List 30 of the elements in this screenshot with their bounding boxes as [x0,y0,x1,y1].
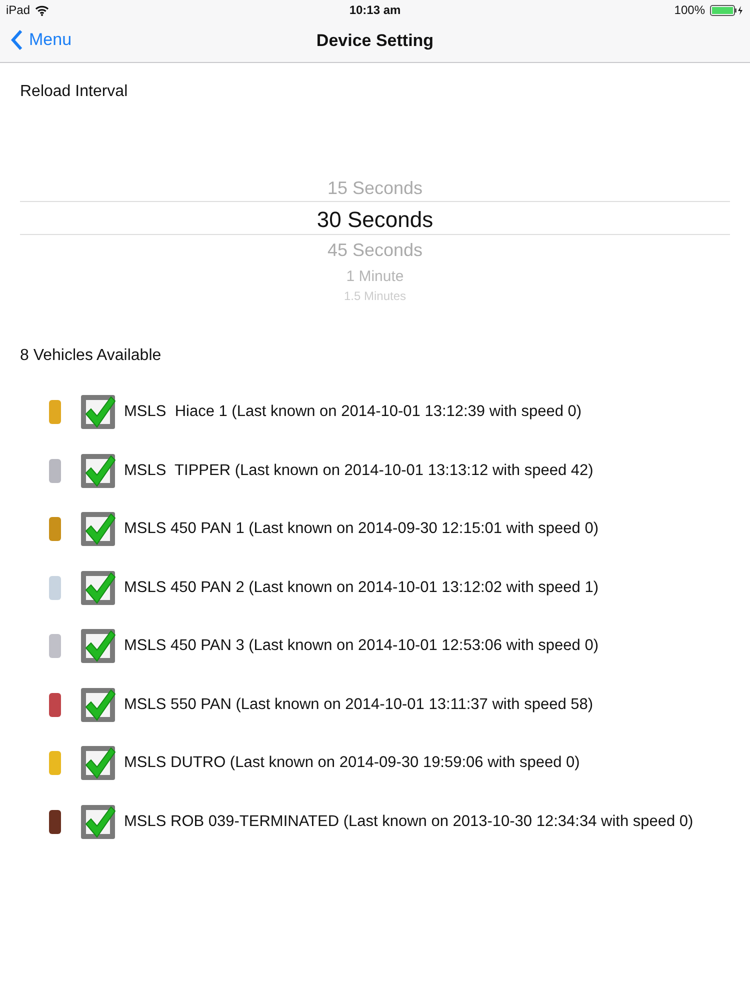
vehicle-label: MSLS 450 PAN 2 (Last known on 2014-10-01 13:12:02 with speed 1) [124,578,598,597]
vehicle-label: MSLS 450 PAN 1 (Last known on 2014-09-30 12:15:01 with speed 0) [124,520,598,538]
battery-percent: 100% [674,3,705,17]
checkbox[interactable] [80,570,116,606]
checkbox[interactable] [80,511,116,548]
clock-time: 10:13 am [349,3,401,17]
back-button[interactable]: Menu [10,29,72,51]
checkbox[interactable] [80,628,116,664]
checkbox[interactable] [80,686,116,723]
checkbox[interactable] [80,745,116,782]
vehicle-label: MSLS ROB 039-TERMINATED (Last known on 2013-10-30 12:34:34 with speed 0) [124,812,694,831]
section-heading: 8 Vehicles Available [19,346,162,365]
vehicle-label: MSLS TIPPER (Last known on 2014-10-01 13:13:12 with speed 42) [124,462,594,480]
picker-option[interactable]: 1 Minute [346,265,404,289]
battery-icon [710,4,744,16]
vehicle-label: MSLS 450 PAN 3 (Last known on 2014-10-01 12:53:06 with speed 0) [124,637,598,656]
vehicle-label: MSLS DUTRO (Last known on 2014-09-30 19:59:06 with speed 0) [124,754,580,772]
checkbox[interactable] [80,394,116,430]
screen-title: Device Setting [316,31,434,51]
checkbox[interactable] [80,804,116,840]
picker-option[interactable]: 15 Seconds [327,175,423,203]
wifi-icon [35,4,50,16]
picker-option[interactable]: 45 Seconds [327,237,423,265]
vehicle-label: MSLS Hiace 1 (Last known on 2014-10-01 13:12:39 with speed 0) [124,403,582,422]
carrier-label: iPad [6,3,30,17]
vehicle-label: MSLS 550 PAN (Last known on 2014-10-01 13:11:37 with speed 58) [124,696,594,714]
picker-option[interactable]: 30 Seconds [316,203,434,237]
checkbox[interactable] [80,452,116,489]
section-heading: Reload Interval [19,82,129,101]
chevron-left-icon [10,29,23,51]
